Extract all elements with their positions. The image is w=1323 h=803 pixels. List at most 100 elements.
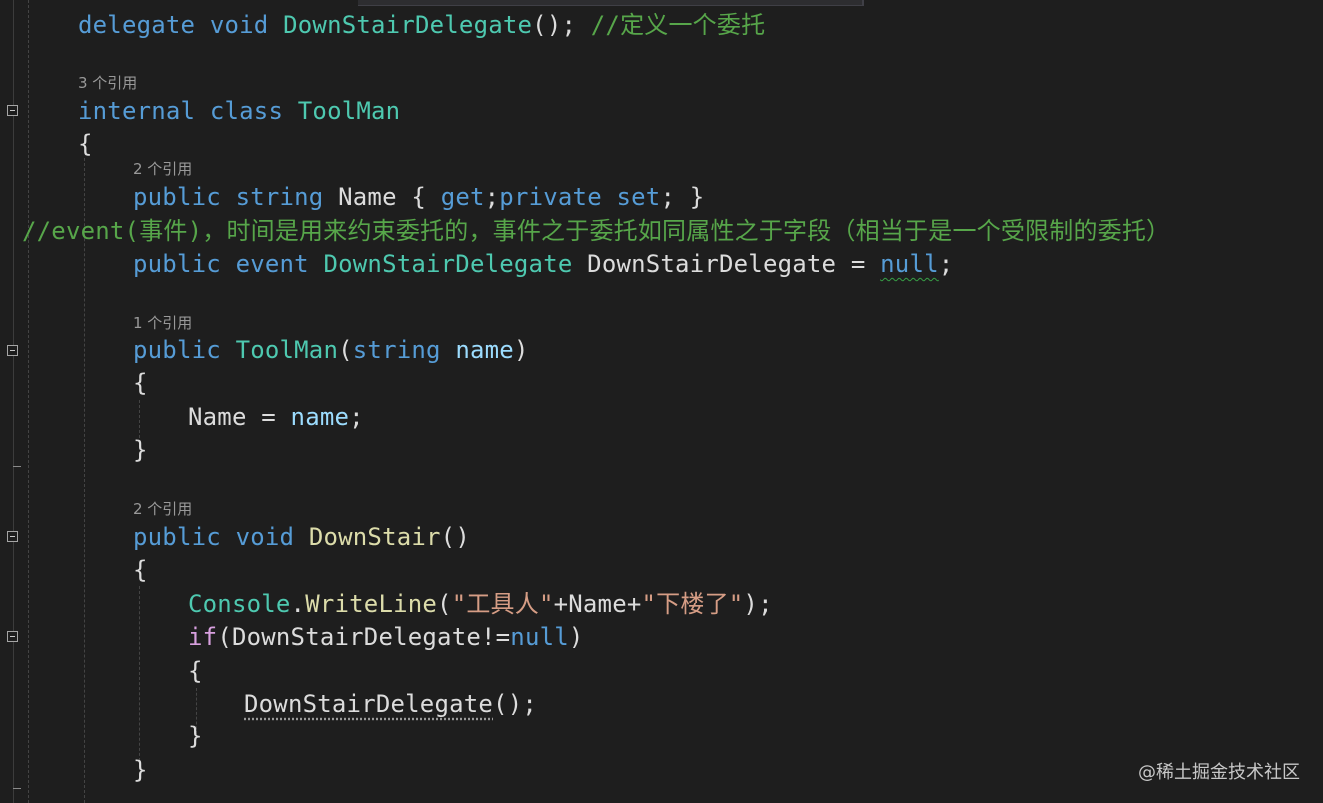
code-line-invoke[interactable]: DownStairDelegate(); bbox=[244, 688, 537, 720]
code-line-name-property[interactable]: public string Name { get;private set; } bbox=[133, 181, 704, 213]
code-line-brace[interactable]: } bbox=[133, 754, 148, 786]
keyword-delegate: delegate bbox=[78, 11, 196, 39]
keyword-null-warning[interactable]: null bbox=[880, 250, 939, 278]
comment: //定义一个委托 bbox=[590, 11, 766, 39]
keyword-class: class bbox=[209, 97, 284, 125]
string-literal: "下楼了" bbox=[641, 590, 744, 618]
keyword-set: set bbox=[616, 183, 661, 211]
punctuation: ( bbox=[437, 590, 452, 618]
punctuation: ); bbox=[743, 590, 773, 618]
codelens-references[interactable]: 3 个引用 bbox=[78, 73, 137, 93]
code-line-delegate[interactable]: delegate void DownStairDelegate(); //定义一… bbox=[78, 9, 765, 41]
code-line-if[interactable]: if(DownStairDelegate!=null) bbox=[188, 621, 584, 653]
code-line-method[interactable]: public void DownStair() bbox=[133, 521, 470, 553]
tab-separator bbox=[862, 0, 864, 6]
keyword-void: void bbox=[235, 523, 295, 551]
punctuation: ; bbox=[484, 183, 500, 211]
punctuation: ( bbox=[338, 336, 353, 364]
editor-tab[interactable] bbox=[358, 0, 863, 6]
keyword-public: public bbox=[133, 523, 221, 551]
code-line-brace[interactable]: { bbox=[188, 655, 203, 687]
punctuation: ) bbox=[568, 623, 584, 651]
assignment: Name = bbox=[188, 403, 291, 431]
keyword-string: string bbox=[235, 183, 324, 211]
punctuation: ) bbox=[513, 336, 529, 364]
keyword-public: public bbox=[133, 183, 221, 211]
code-editor[interactable]: delegate void DownStairDelegate(); //定义一… bbox=[0, 0, 1323, 803]
constructor-name: ToolMan bbox=[235, 336, 339, 364]
code-line-assignment[interactable]: Name = name; bbox=[188, 401, 364, 433]
indent-guide bbox=[28, 0, 29, 803]
punctuation: . bbox=[290, 590, 306, 618]
keyword-internal: internal bbox=[78, 97, 196, 125]
tab-strip bbox=[0, 0, 1323, 6]
code-line-brace[interactable]: { bbox=[78, 128, 93, 160]
keyword-event: event bbox=[235, 250, 309, 278]
code-line-class[interactable]: internal class ToolMan bbox=[78, 95, 400, 127]
codelens-references[interactable]: 2 个引用 bbox=[133, 499, 192, 519]
codelens-references[interactable]: 2 个引用 bbox=[133, 159, 192, 179]
condition: (DownStairDelegate!= bbox=[217, 623, 511, 651]
delegate-type-name: DownStairDelegate bbox=[283, 11, 533, 39]
keyword-string: string bbox=[352, 336, 441, 364]
code-line-brace[interactable]: } bbox=[188, 720, 203, 752]
collapse-constructor-icon[interactable] bbox=[7, 345, 18, 356]
keyword-private: private bbox=[499, 183, 602, 211]
code-line-event-comment[interactable]: //event(事件)，时间是用来约束委托的，事件之于委托如同属性之于字段（相当… bbox=[22, 215, 1170, 247]
code-line-brace[interactable]: { bbox=[133, 554, 148, 586]
delegate-type-name: DownStairDelegate bbox=[323, 250, 573, 278]
collapse-method-icon[interactable] bbox=[7, 531, 18, 542]
code-line-brace[interactable]: { bbox=[133, 367, 148, 399]
punctuation: ; bbox=[349, 403, 364, 431]
punctuation: (); bbox=[532, 11, 591, 39]
method-name: DownStair bbox=[308, 523, 441, 551]
keyword-public: public bbox=[133, 250, 221, 278]
class-console: Console bbox=[188, 590, 291, 618]
punctuation: { bbox=[396, 183, 441, 211]
fold-end-marker bbox=[13, 466, 21, 467]
concatenation: +Name+ bbox=[553, 590, 642, 618]
keyword-public: public bbox=[133, 336, 221, 364]
string-literal: "工具人" bbox=[451, 590, 554, 618]
method-writeline: WriteLine bbox=[305, 590, 438, 618]
indent-guide bbox=[139, 586, 140, 766]
codelens-references[interactable]: 1 个引用 bbox=[133, 313, 192, 333]
event-declaration: DownStairDelegate = bbox=[572, 250, 881, 278]
punctuation: ; bbox=[938, 250, 954, 278]
outline-margin bbox=[13, 0, 14, 803]
property-name: Name bbox=[338, 183, 397, 211]
keyword-get: get bbox=[440, 183, 485, 211]
fold-end-marker bbox=[13, 788, 21, 789]
class-name: ToolMan bbox=[297, 97, 401, 125]
punctuation: () bbox=[440, 523, 470, 551]
code-line-brace[interactable]: } bbox=[133, 434, 148, 466]
parameter-name: name bbox=[455, 336, 514, 364]
parameter-name: name bbox=[290, 403, 350, 431]
punctuation: (); bbox=[493, 690, 537, 718]
event-invocation[interactable]: DownStairDelegate bbox=[244, 690, 493, 718]
collapse-class-icon[interactable] bbox=[7, 105, 18, 116]
code-line-constructor[interactable]: public ToolMan(string name) bbox=[133, 334, 529, 366]
watermark: @稀土掘金技术社区 bbox=[1138, 762, 1300, 783]
keyword-if: if bbox=[188, 623, 218, 651]
code-line-console[interactable]: Console.WriteLine("工具人"+Name+"下楼了"); bbox=[188, 588, 773, 620]
punctuation: ; } bbox=[660, 183, 705, 211]
keyword-void: void bbox=[209, 11, 269, 39]
indent-guide bbox=[84, 158, 85, 803]
collapse-if-icon[interactable] bbox=[7, 631, 18, 642]
keyword-null: null bbox=[510, 623, 569, 651]
code-line-event[interactable]: public event DownStairDelegate DownStair… bbox=[133, 248, 953, 280]
